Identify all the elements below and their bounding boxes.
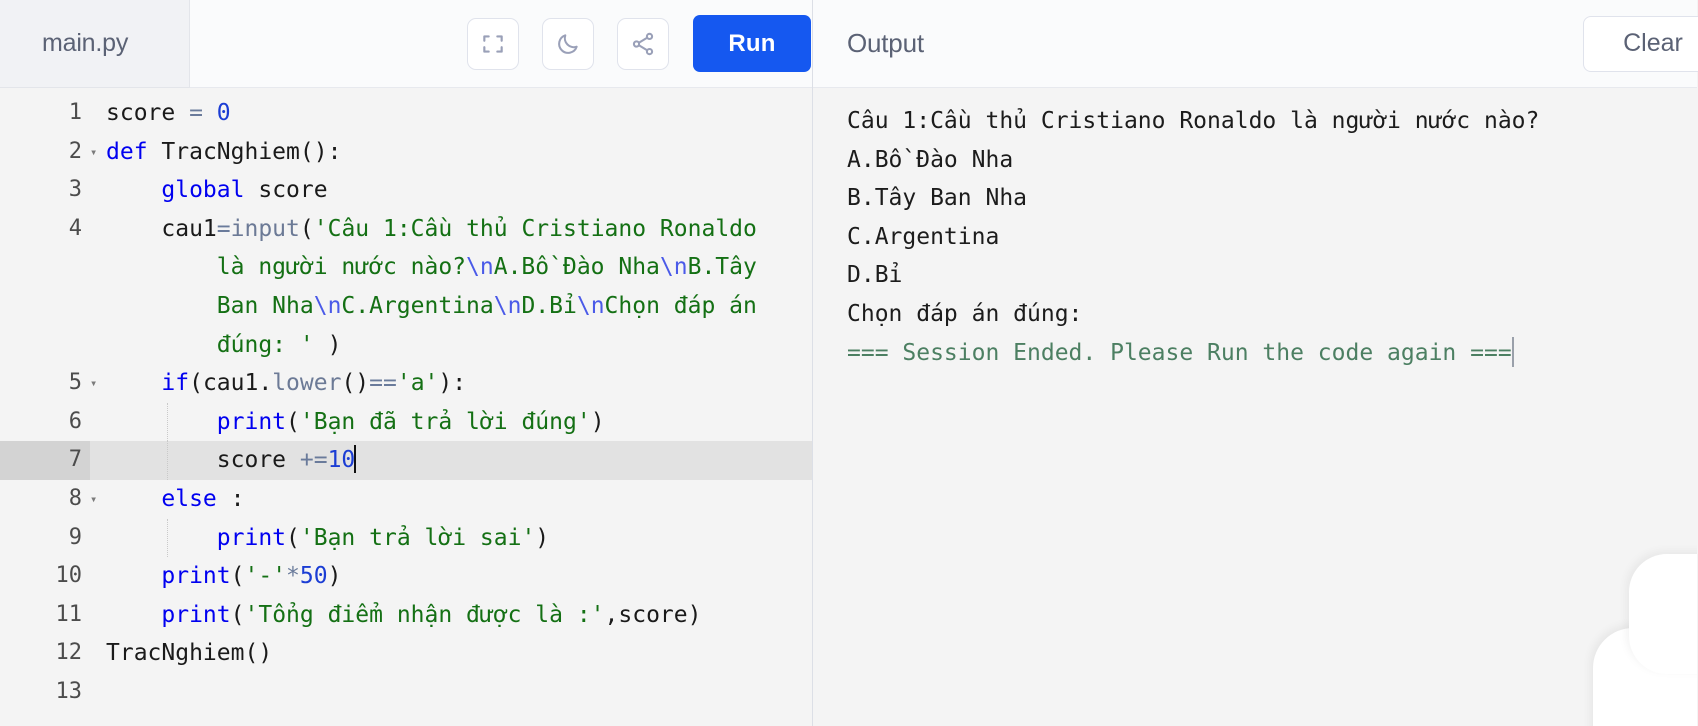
code-line-text[interactable]: score +=10: [90, 441, 812, 480]
code-line-text[interactable]: if(cau1.lower()=='a'):: [90, 364, 812, 403]
code-line[interactable]: 4 cau1=input('Câu 1:Cầu thủ Cristiano Ro…: [0, 210, 812, 249]
line-number-text: 5: [68, 370, 82, 396]
file-tab-label: main.py: [42, 29, 129, 57]
code-line-wrap[interactable]: đúng: ' ): [0, 326, 812, 365]
code-line-text[interactable]: global score: [90, 171, 812, 210]
share-icon: [630, 31, 656, 57]
code-line-wrap[interactable]: Ban Nha\nC.Argentina\nD.Bỉ\nChọn đáp án: [0, 287, 812, 326]
fullscreen-button[interactable]: [467, 17, 519, 70]
output-toolbar: Output Clear: [813, 0, 1698, 88]
code-line-text[interactable]: Ban Nha\nC.Argentina\nD.Bỉ\nChọn đáp án: [90, 287, 812, 326]
line-number: 3: [68, 177, 82, 203]
code-line[interactable]: 11 print('Tổng điểm nhận được là :',scor…: [0, 596, 812, 635]
clear-output-button[interactable]: Clear: [1583, 15, 1698, 72]
code-line-wrap[interactable]: là người nước nào?\nA.Bồ Đào Nha\nB.Tây: [0, 248, 812, 287]
line-number: 2 ▾: [0, 133, 97, 172]
code-line[interactable]: 8 ▾ else :: [0, 480, 812, 519]
line-number: 8 ▾: [0, 480, 97, 519]
corner-decoration-secondary: [1629, 554, 1697, 674]
line-number: 11: [55, 601, 83, 627]
clear-button-label: Clear: [1623, 29, 1683, 57]
code-line-text[interactable]: print('Tổng điểm nhận được là :',score): [90, 596, 812, 635]
line-number: 12: [55, 640, 83, 666]
output-line: C.Argentina: [847, 223, 1000, 250]
text-cursor: [354, 445, 357, 474]
code-line[interactable]: 10 print('-'*50): [0, 557, 812, 596]
output-cursor: [1511, 336, 1514, 367]
line-number: 4: [68, 215, 82, 241]
code-line[interactable]: 6 print('Bạn đã trả lời đúng'): [0, 402, 812, 442]
line-number: 13: [55, 678, 83, 704]
code-line-text[interactable]: đúng: ' ): [90, 326, 812, 365]
share-button[interactable]: [617, 17, 669, 70]
editor-toolbar: main.py Run: [0, 0, 812, 88]
code-line-text[interactable]: cau1=input('Câu 1:Cầu thủ Cristiano Rona…: [90, 210, 812, 249]
line-number: 7: [0, 441, 90, 480]
code-line-text[interactable]: print('Bạn đã trả lời đúng'): [90, 402, 812, 442]
code-editor[interactable]: 1 score = 0 2 ▾ def TracNghiem(): 3 globa…: [0, 88, 812, 726]
code-line-text[interactable]: score = 0: [90, 94, 812, 133]
output-line: Chọn đáp án đúng:: [847, 300, 1083, 327]
line-number: 5 ▾: [0, 364, 97, 403]
output-line: B.Tây Ban Nha: [847, 185, 1028, 212]
line-number: 9: [68, 524, 82, 550]
editor-toolbar-actions: Run: [190, 0, 812, 88]
output-session-ended-line: === Session Ended. Please Run the code a…: [847, 334, 1697, 373]
code-line[interactable]: 13: [0, 673, 812, 712]
corner-decoration: [1593, 628, 1697, 726]
code-line-text[interactable]: print('-'*50): [90, 557, 812, 596]
fullscreen-icon: [480, 31, 506, 57]
code-line[interactable]: 1 score = 0: [0, 94, 812, 133]
dark-mode-toggle-button[interactable]: [542, 17, 594, 70]
code-line-text[interactable]: print('Bạn trả lời sai'): [90, 518, 812, 558]
code-line-active[interactable]: 7 score +=10: [0, 441, 812, 480]
run-button-label: Run: [728, 29, 776, 57]
output-line: A.Bồ Đào Nha: [847, 146, 1014, 173]
line-number-text: 2: [68, 138, 82, 164]
editor-pane: main.py Run 1 score = 0 2 ▾ def TracNghi…: [0, 0, 813, 726]
run-button[interactable]: Run: [693, 15, 811, 72]
output-pane: Output Clear Câu 1:Cầu thủ Cristiano Ron…: [813, 0, 1698, 726]
output-title: Output: [847, 28, 924, 58]
code-line-text[interactable]: else :: [90, 480, 812, 519]
output-line: Câu 1:Cầu thủ Cristiano Ronaldo là người…: [847, 108, 1540, 134]
output-console[interactable]: Câu 1:Cầu thủ Cristiano Ronaldo là người…: [813, 88, 1697, 726]
code-line[interactable]: 9 print('Bạn trả lời sai'): [0, 518, 812, 558]
code-line[interactable]: 3 global score: [0, 171, 812, 210]
line-number: 1: [68, 100, 82, 125]
file-tab-main-py[interactable]: main.py: [0, 0, 190, 88]
output-line: D.Bỉ: [847, 262, 903, 289]
code-line-text[interactable]: là người nước nào?\nA.Bồ Đào Nha\nB.Tây: [90, 248, 812, 287]
code-line[interactable]: 5 ▾ if(cau1.lower()=='a'):: [0, 364, 812, 403]
moon-icon: [555, 31, 581, 57]
code-line-text[interactable]: def TracNghiem():: [90, 133, 812, 172]
code-playground-app: main.py Run 1 score = 0 2 ▾ def TracNghi…: [0, 0, 1698, 726]
code-line[interactable]: 2 ▾ def TracNghiem():: [0, 133, 812, 172]
output-session-ended-text: === Session Ended. Please Run the code a…: [847, 339, 1512, 366]
code-line-text[interactable]: TracNghiem(): [90, 634, 812, 673]
line-number-text: 8: [68, 485, 82, 511]
line-number: 10: [55, 563, 83, 589]
code-line[interactable]: 12 TracNghiem(): [0, 634, 812, 673]
line-number: 6: [68, 408, 82, 434]
